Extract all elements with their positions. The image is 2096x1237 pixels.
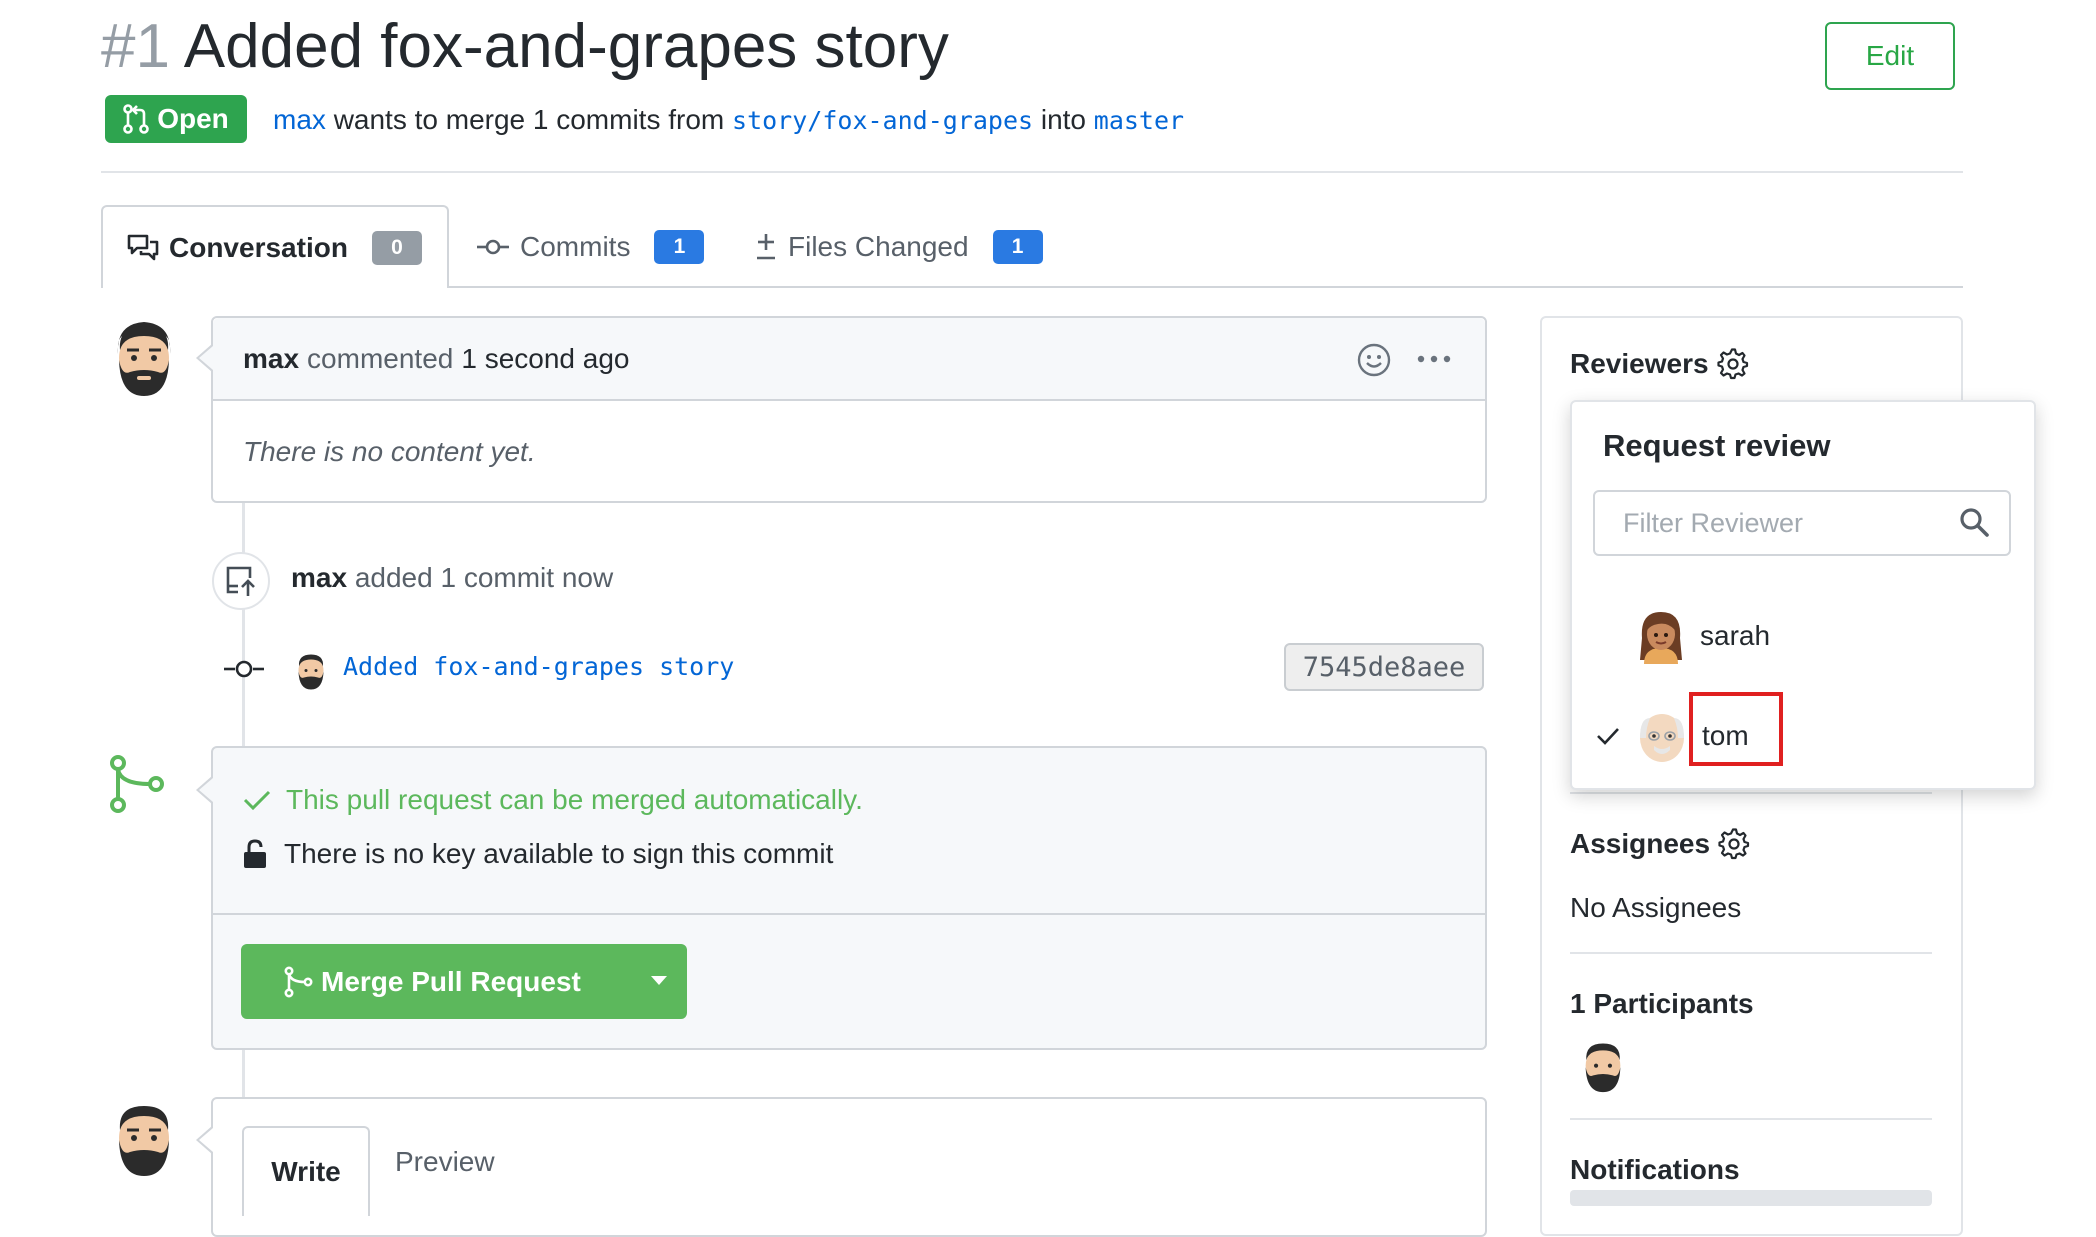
reviewer-option-sarah[interactable]: sarah <box>1590 600 2010 672</box>
merge-info: max wants to merge 1 commits from story/… <box>273 100 1184 141</box>
merge-box-divider <box>213 913 1485 915</box>
tab-conversation-count: 0 <box>371 230 422 265</box>
new-comment-caret-fill <box>199 1128 213 1152</box>
notifications-heading: Notifications <box>1570 1154 1740 1185</box>
repo-push-icon <box>226 566 255 596</box>
comment-header: max commented 1 second ago <box>213 318 1485 401</box>
pr-number: #1 <box>101 12 170 81</box>
merge-text: wants to merge 1 commits from <box>333 104 725 135</box>
sidebar-divider <box>1570 792 1932 794</box>
participant-avatar-max[interactable] <box>1578 1036 1628 1094</box>
comment-time: 1 second ago <box>461 342 630 374</box>
sidebar-divider <box>1570 1118 1932 1120</box>
avatar-max[interactable] <box>108 316 180 398</box>
comment-box: max commented 1 second ago There is no c… <box>211 316 1487 503</box>
avatar-current-user[interactable] <box>108 1096 180 1178</box>
commit-icon <box>477 239 509 255</box>
commit-message-link[interactable]: Added fox-and-grapes story <box>343 652 734 681</box>
popover-title: Request review <box>1603 428 1831 463</box>
pull-request-icon <box>123 104 150 134</box>
check-icon <box>1597 728 1619 745</box>
commit-author-avatar[interactable] <box>293 649 329 691</box>
tab-commits-count: 1 <box>654 230 705 264</box>
merge-caret-fill <box>199 778 213 802</box>
tab-conversation-label: Conversation <box>169 231 348 263</box>
participants-heading: 1 Participants <box>1570 988 1754 1019</box>
gear-icon[interactable] <box>1718 828 1750 860</box>
repo-push-icon-wrapper <box>212 552 270 610</box>
assignees-value: No Assignees <box>1570 892 1742 923</box>
comment-caret-fill <box>199 346 213 370</box>
status-badge: Open <box>105 95 247 143</box>
commit-node-icon <box>224 660 264 678</box>
unlock-icon <box>244 839 266 868</box>
comment-body: There is no content yet. <box>243 436 536 467</box>
merge-status-text: This pull request can be merged automati… <box>286 784 863 815</box>
selection-highlight <box>1689 692 1783 766</box>
commit-event-author[interactable]: max <box>291 562 347 593</box>
emoji-reaction-icon[interactable] <box>1356 342 1392 378</box>
chevron-down-icon[interactable] <box>651 976 667 985</box>
check-icon <box>243 790 271 811</box>
reviewers-heading-label: Reviewers <box>1570 348 1709 379</box>
reviewer-option-tom[interactable]: tom <box>1590 700 2010 772</box>
commit-event-text: max added 1 commit now <box>291 562 613 594</box>
kebab-menu-icon[interactable] <box>1416 354 1452 364</box>
signing-notice: There is no key available to sign this c… <box>242 838 833 870</box>
reviewer-name: sarah <box>1700 620 1771 651</box>
merge-status: This pull request can be merged automati… <box>242 784 863 816</box>
tab-conversation[interactable]: Conversation 0 <box>101 205 449 288</box>
git-merge-button-icon <box>284 965 313 997</box>
source-branch-link[interactable]: story/fox-and-grapes <box>732 106 1033 135</box>
filter-reviewer-input[interactable] <box>1593 490 2011 556</box>
tab-write[interactable]: Write <box>242 1126 370 1216</box>
merge-pull-request-button[interactable]: Merge Pull Request <box>241 944 687 1019</box>
git-merge-icon <box>110 755 164 813</box>
pr-title-text: Added fox-and-grapes story <box>183 12 949 81</box>
notifications-button[interactable] <box>1570 1190 1932 1206</box>
assignees-heading[interactable]: Assignees <box>1570 828 1750 860</box>
edit-button[interactable]: Edit <box>1825 22 1955 90</box>
reviewers-heading[interactable]: Reviewers <box>1570 348 1749 380</box>
tab-files-changed[interactable]: Files Changed 1 <box>754 212 1043 282</box>
merge-text-into: into <box>1040 104 1086 135</box>
diff-icon <box>757 234 775 260</box>
sidebar-divider <box>1570 952 1932 954</box>
comment-action: commented <box>307 342 454 374</box>
header-divider <box>101 171 1963 173</box>
tab-commits[interactable]: Commits 1 <box>476 212 705 282</box>
tab-preview[interactable]: Preview <box>395 1146 495 1178</box>
avatar-sarah <box>1640 612 1682 664</box>
gear-icon[interactable] <box>1716 348 1749 380</box>
target-branch-link[interactable]: master <box>1094 106 1184 135</box>
commit-event-desc: added 1 commit now <box>354 562 614 593</box>
tab-files-label: Files Changed <box>788 231 969 262</box>
status-badge-label: Open <box>157 103 229 134</box>
tab-commits-label: Commits <box>520 231 631 262</box>
author-link[interactable]: max <box>273 104 326 135</box>
avatar-tom <box>1640 714 1684 762</box>
assignees-heading-label: Assignees <box>1570 828 1711 859</box>
comment-discussion-icon <box>127 234 159 260</box>
comment-author[interactable]: max <box>243 343 299 375</box>
search-icon <box>1960 508 1989 537</box>
commit-sha-button[interactable]: 7545de8aee <box>1284 643 1484 691</box>
tab-files-count: 1 <box>992 230 1043 264</box>
merge-button-label: Merge Pull Request <box>321 965 581 997</box>
pr-title: #1 Added fox-and-grapes story <box>101 8 949 86</box>
signing-notice-text: There is no key available to sign this c… <box>284 838 834 869</box>
